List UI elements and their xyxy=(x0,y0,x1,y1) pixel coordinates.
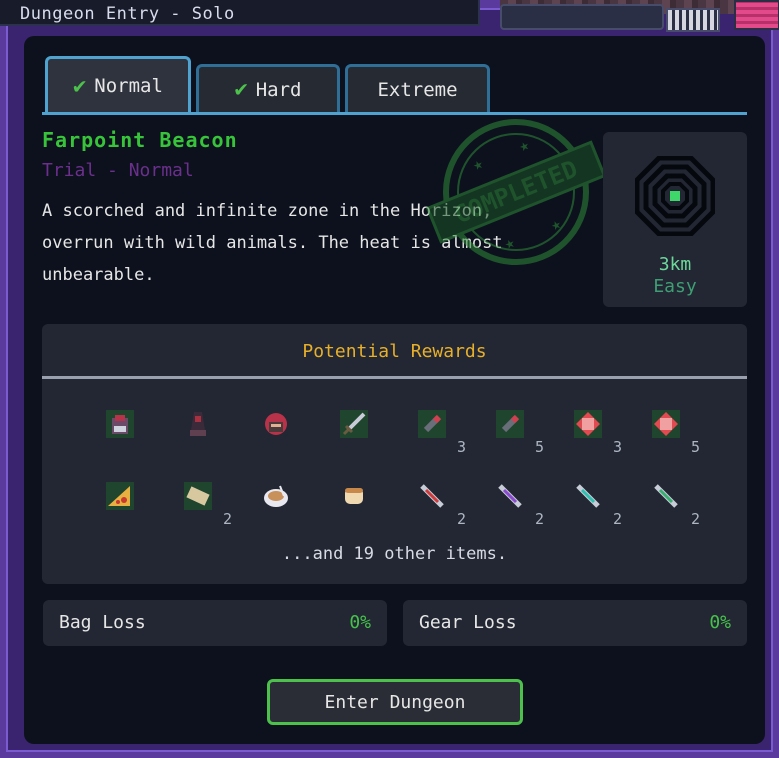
metal-plate-decoration xyxy=(500,4,664,30)
dungeon-subtitle: Trial - Normal xyxy=(42,160,194,181)
rewards-panel: Potential Rewards 3 5 3 5 2 2 2 2 2 ...a… xyxy=(42,324,747,584)
window-title: Dungeon Entry - Solo xyxy=(20,4,235,24)
svg-text:★: ★ xyxy=(501,232,517,253)
green-syringe-icon[interactable]: 2 xyxy=(646,476,700,528)
robe-armor-icon[interactable] xyxy=(178,404,218,444)
teal-syringe-icon[interactable]: 2 xyxy=(568,476,622,528)
more-items-text: ...and 19 other items. xyxy=(281,544,508,564)
tab-label: Hard xyxy=(255,78,302,101)
chest-armor-icon[interactable] xyxy=(100,404,140,444)
red-gem-icon[interactable]: 5 xyxy=(646,404,700,456)
dungeon-map-box: 3km Easy xyxy=(603,132,747,307)
svg-text:★: ★ xyxy=(469,153,485,174)
rewards-title: Potential Rewards xyxy=(302,341,487,362)
checkmark-icon: ✔ xyxy=(234,77,248,102)
tab-normal[interactable]: ✔ Normal xyxy=(45,56,191,113)
dungeon-difficulty: Easy xyxy=(653,276,697,297)
purple-syringe-icon[interactable]: 2 xyxy=(490,476,544,528)
svg-text:★: ★ xyxy=(548,213,564,234)
pizza-slice-icon[interactable] xyxy=(100,476,140,516)
rewards-divider xyxy=(42,376,747,379)
gear-loss-box: Gear Loss 0% xyxy=(403,600,747,646)
dungeon-distance: 3km xyxy=(658,254,692,275)
dungeon-name: Farpoint Beacon xyxy=(42,128,238,152)
bread-icon[interactable] xyxy=(334,476,374,516)
vent-grille-icon xyxy=(666,8,720,32)
shell-ammo-icon[interactable]: 3 xyxy=(412,404,466,456)
red-gem-icon[interactable]: 3 xyxy=(568,404,622,456)
close-window-icon[interactable] xyxy=(734,0,779,30)
soup-bowl-icon[interactable] xyxy=(256,476,296,516)
bag-loss-label: Bag Loss xyxy=(59,612,146,633)
tab-label: Extreme xyxy=(377,78,458,101)
helmet-icon[interactable] xyxy=(256,404,296,444)
tab-underline xyxy=(42,112,747,115)
radar-icon xyxy=(635,156,715,236)
red-syringe-icon[interactable]: 2 xyxy=(412,476,466,528)
gear-loss-label: Gear Loss xyxy=(419,612,517,633)
tab-extreme[interactable]: Extreme xyxy=(345,64,490,112)
checkmark-icon: ✔ xyxy=(73,73,87,99)
svg-text:★: ★ xyxy=(516,134,532,155)
gear-loss-value: 0% xyxy=(709,612,731,633)
tab-label: Normal xyxy=(94,75,163,97)
enter-dungeon-button[interactable]: Enter Dungeon xyxy=(267,679,523,725)
completed-stamp: COMPLETED ★ ★ ★ ★ xyxy=(425,112,607,272)
bag-loss-box: Bag Loss 0% xyxy=(43,600,387,646)
shell-ammo-icon[interactable]: 5 xyxy=(490,404,544,456)
scroll-icon[interactable]: 2 xyxy=(178,476,232,528)
title-bar[interactable]: Dungeon Entry - Solo xyxy=(0,0,480,26)
sword-icon[interactable] xyxy=(334,404,374,444)
bag-loss-value: 0% xyxy=(349,612,371,633)
tab-hard[interactable]: ✔ Hard xyxy=(196,64,340,112)
